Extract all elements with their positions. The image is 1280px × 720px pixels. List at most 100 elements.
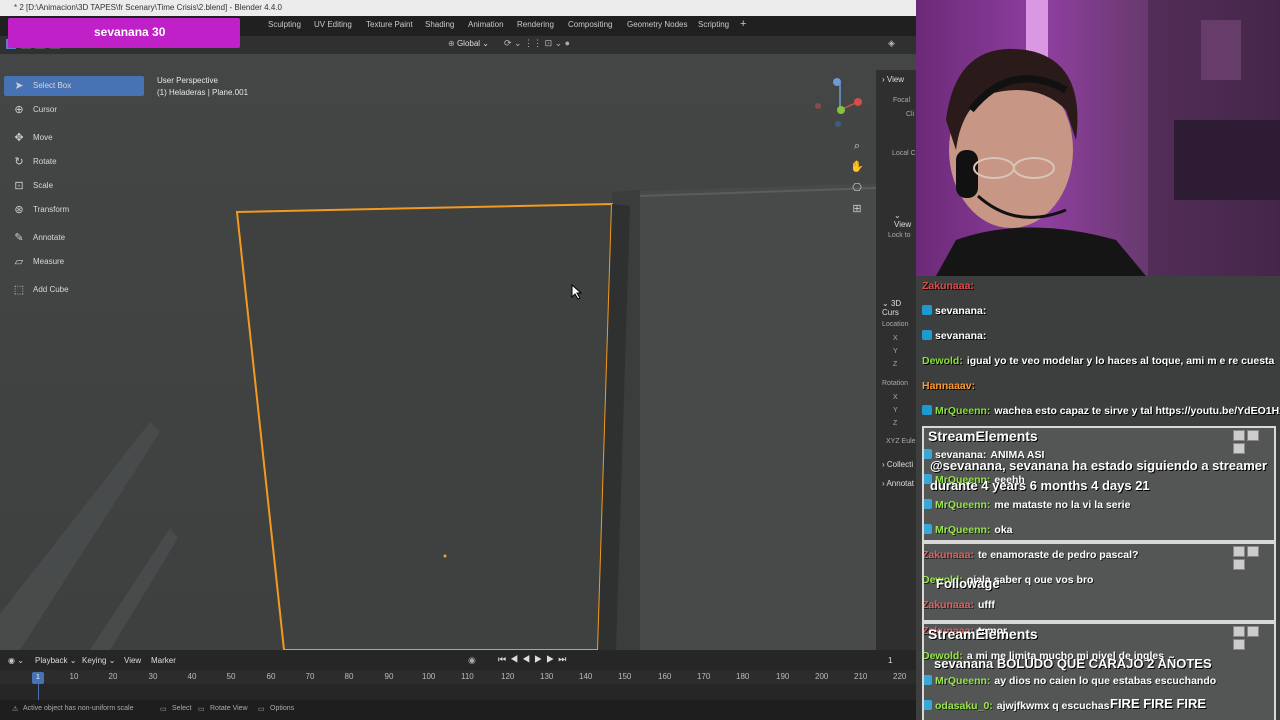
move-icon: ✥ [14, 132, 24, 144]
title-bar: * 2 [D:\Animacion\3D TAPES\fr Scenary\Ti… [0, 0, 916, 16]
tool-transform[interactable]: ⊛ Transform [4, 200, 144, 220]
rotation-label: Rotation [882, 380, 909, 387]
camera-icon[interactable]: ⎔ [850, 178, 864, 199]
tool-label: Cursor [33, 105, 58, 114]
lock-to-label: Lock to [888, 232, 911, 239]
tab-texture-paint[interactable]: Texture Paint [366, 20, 413, 29]
tab-uv-editing[interactable]: UV Editing [314, 20, 352, 29]
tool-move[interactable]: ✥ Move [4, 128, 144, 148]
frame-ruler[interactable]: 1102030405060708090100110120130140150160… [0, 670, 916, 684]
add-cube-icon: ⬚ [13, 284, 25, 296]
frame-tick-label: 200 [815, 672, 829, 681]
tab-animation[interactable]: Animation [468, 20, 504, 29]
tool-select-box[interactable]: ➤ Select Box [4, 76, 144, 96]
frame-tick-label: 80 [344, 672, 354, 681]
chat-username[interactable]: Hannaaav: [922, 380, 975, 392]
stream-chat: Zakunaaa: sevanana: sevanana: Dewold: igual … [916, 276, 1280, 720]
tab-sculpting[interactable]: Sculpting [268, 20, 301, 29]
status-bar: ⚠ Active object has non-uniform scale ▭ … [0, 700, 916, 720]
gizmo-neg-z[interactable] [835, 121, 841, 127]
tool-label: Move [33, 133, 53, 142]
status-select: Select [172, 705, 192, 712]
zoom-icon[interactable]: ⌕ [850, 136, 864, 157]
overlay-icon[interactable]: ◈ [888, 38, 895, 49]
panel-header-3d-cursor[interactable]: ⌄ 3D Curs [882, 299, 916, 317]
chat-username[interactable]: MrQueenn: [935, 405, 990, 417]
mouse-right-icon: ▭ [258, 706, 265, 713]
navigation-gizmo[interactable] [806, 76, 870, 136]
tab-scripting[interactable]: Scripting [698, 20, 729, 29]
sidebar-n-panel: › View Focal Cli Local C ⌄ View Lock to … [876, 70, 916, 650]
rot-x-label: X [893, 394, 898, 401]
tab-geometry-nodes[interactable]: Geometry Nodes [627, 20, 687, 29]
timeline: ◉ ⌄ Playback ⌄ Keying ⌄ View Marker ◉ ⏮◀… [0, 650, 916, 700]
panel-header-view[interactable]: › View [882, 75, 904, 84]
status-message: Active object has non-uniform scale [23, 705, 134, 712]
tool-measure[interactable]: ▱ Measure [4, 252, 144, 272]
frame-tick-label: 70 [305, 672, 315, 681]
add-workspace-button[interactable]: + [740, 18, 746, 30]
tool-annotate[interactable]: ✎ Annotate [4, 228, 144, 248]
pivot-snap-icons[interactable]: ⟳ ⌄ ⋮⋮ ⊡ ⌄ ● [504, 38, 570, 49]
gizmo-y-axis[interactable] [837, 106, 845, 114]
record-icon[interactable]: ◉ [468, 655, 476, 666]
streamelements-overlay: StreamElements @sevanana, sevanana ha es… [922, 426, 1276, 542]
tab-shading[interactable]: Shading [425, 20, 454, 29]
panel-header-annotations[interactable]: › Annotat [882, 479, 914, 488]
playhead[interactable]: 1 [32, 672, 44, 684]
frame-tick-label: 90 [384, 672, 394, 681]
tool-scale[interactable]: ⊡ Scale [4, 176, 144, 196]
scale-icon: ⊡ [14, 180, 24, 192]
menu-playback[interactable]: Playback ⌄ [35, 656, 76, 665]
chat-username[interactable]: sevanana: [935, 305, 986, 317]
grid-icon[interactable]: ⊞ [850, 199, 864, 220]
editor-type-icon[interactable]: ◉ ⌄ [8, 656, 24, 665]
panel-header-collection[interactable]: › Collecti [882, 460, 913, 469]
tab-rendering[interactable]: Rendering [517, 20, 554, 29]
current-frame-field[interactable]: 1 [888, 656, 892, 665]
select-box-icon: ➤ [14, 80, 24, 92]
tool-label: Select Box [33, 81, 72, 90]
frame-tick-label: 220 [893, 672, 907, 681]
tool-add-cube[interactable]: ⬚ Add Cube [4, 280, 144, 300]
transform-orientation-dropdown[interactable]: ⊕ Global ⌄ [448, 39, 489, 48]
chat-username[interactable]: sevanana: [935, 330, 986, 342]
playback-controls[interactable]: ⏮◀◀▶▶⏭ [498, 654, 570, 665]
menu-view[interactable]: View [124, 656, 141, 665]
chevron-down-icon: ⌄ [482, 39, 489, 48]
frame-tick-label: 190 [776, 672, 790, 681]
frame-tick-label: 20 [108, 672, 118, 681]
pan-hand-icon[interactable]: ✋ [850, 157, 864, 178]
chat-text: wachea esto capaz te sirve y tal https:/… [994, 405, 1280, 417]
selected-plane[interactable] [235, 202, 614, 650]
badge-icon [922, 305, 932, 315]
gizmo-neg-x[interactable] [815, 103, 821, 109]
chat-username[interactable]: Dewold: [922, 355, 963, 367]
frame-tick-label: 110 [461, 672, 474, 681]
tool-label: Add Cube [33, 285, 69, 294]
panel-header-view-lock[interactable]: ⌄ View [894, 211, 916, 229]
rot-y-label: Y [893, 407, 898, 414]
clip-label: Cli [906, 111, 915, 118]
annotate-icon: ✎ [14, 232, 24, 244]
gizmo-x-axis[interactable] [854, 98, 862, 106]
active-object-label: (1) Heladeras | Plane.001 [157, 88, 249, 97]
frame-tick-label: 120 [501, 672, 515, 681]
rot-z-label: Z [893, 420, 898, 427]
overlay-text: sevanana BOLUDO QUE CARAJO 2 AÑOTES [934, 656, 1212, 671]
orientation-icon: ⊕ [448, 39, 457, 48]
chat-username[interactable]: Zakunaaa: [922, 280, 974, 292]
tool-cursor[interactable]: ⊕ Cursor [4, 100, 144, 120]
menu-marker[interactable]: Marker [151, 656, 176, 665]
tool-label: Scale [33, 181, 54, 190]
tab-compositing[interactable]: Compositing [568, 20, 612, 29]
frame-tick-label: 60 [266, 672, 276, 681]
status-options: Options [270, 705, 295, 712]
overlay-title: StreamElements [928, 428, 1038, 444]
sub-badge: sevanana 30 [8, 18, 240, 48]
tool-rotate[interactable]: ↻ Rotate [4, 152, 144, 172]
rotation-mode-dropdown[interactable]: XYZ Eule [886, 438, 916, 445]
menu-keying[interactable]: Keying ⌄ [82, 656, 115, 665]
frame-tick-label: 180 [736, 672, 750, 681]
gizmo-z-axis[interactable] [833, 78, 841, 86]
